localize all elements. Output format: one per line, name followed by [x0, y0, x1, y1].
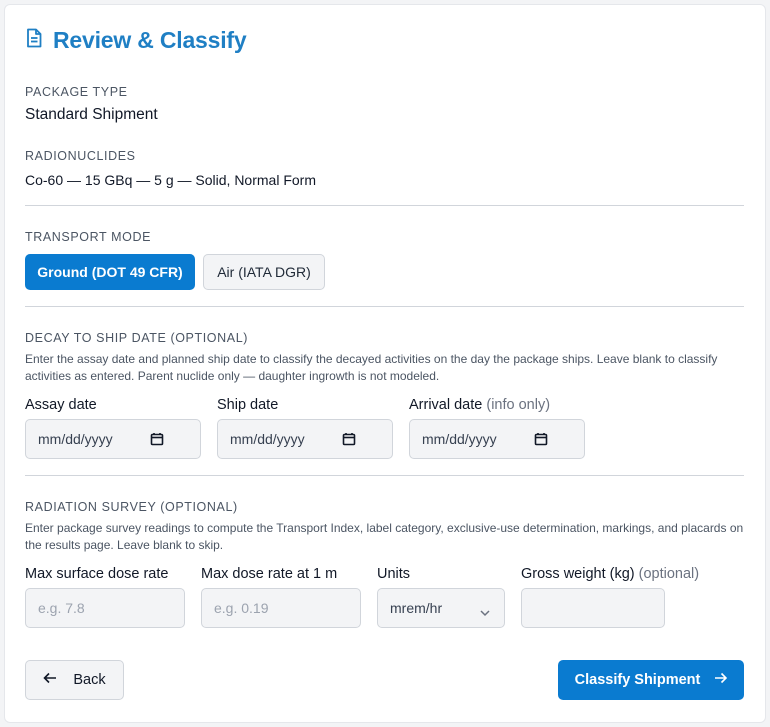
- survey-section-label: RADIATION SURVEY (OPTIONAL): [25, 500, 238, 514]
- divider: [25, 306, 744, 307]
- classify-button-label: Classify Shipment: [574, 672, 701, 688]
- page-header: Review & Classify: [25, 27, 247, 54]
- review-classify-card: Review & Classify PACKAGE TYPE Standard …: [4, 4, 766, 723]
- max-1m-label: Max dose rate at 1 m: [201, 566, 338, 582]
- arrival-date-note: (info only): [486, 397, 551, 413]
- arrival-date-label-text: Arrival date: [409, 397, 483, 413]
- calendar-icon[interactable]: [534, 432, 548, 446]
- divider: [25, 475, 744, 476]
- units-label: Units: [377, 566, 411, 582]
- ship-date-label: Ship date: [217, 397, 279, 413]
- arrow-right-icon: [700, 672, 728, 688]
- max-surface-input[interactable]: e.g. 7.8: [25, 588, 185, 628]
- package-type-value: Standard Shipment: [25, 106, 158, 123]
- document-icon: [25, 28, 53, 53]
- max-1m-placeholder: e.g. 0.19: [214, 600, 269, 616]
- gross-weight-input[interactable]: [521, 588, 665, 628]
- units-select[interactable]: mrem/hr: [377, 588, 505, 628]
- page-title: Review & Classify: [53, 27, 247, 53]
- ship-date-input[interactable]: mm/dd/yyyy: [217, 419, 393, 459]
- back-button-label: Back: [73, 672, 106, 688]
- divider: [25, 205, 744, 206]
- gross-weight-label-text: Gross weight (kg): [521, 566, 635, 582]
- radionuclides-value: Co-60 — 15 GBq — 5 g — Solid, Normal For…: [25, 172, 316, 188]
- gross-weight-note: (optional): [638, 566, 700, 582]
- back-button[interactable]: Back: [25, 660, 124, 700]
- transport-air-button[interactable]: Air (IATA DGR): [203, 254, 325, 290]
- assay-date-label: Assay date: [25, 397, 97, 413]
- ship-date-value: mm/dd/yyyy: [230, 431, 305, 447]
- gross-weight-label: Gross weight (kg) (optional): [521, 566, 699, 582]
- units-value: mrem/hr: [390, 600, 443, 616]
- max-surface-placeholder: e.g. 7.8: [38, 600, 85, 616]
- radionuclides-label: RADIONUCLIDES: [25, 149, 136, 163]
- transport-ground-button[interactable]: Ground (DOT 49 CFR): [25, 254, 195, 290]
- calendar-icon[interactable]: [342, 432, 356, 446]
- survey-help-text: Enter package survey readings to compute…: [25, 521, 744, 552]
- max-surface-label: Max surface dose rate: [25, 566, 169, 582]
- package-type-label: PACKAGE TYPE: [25, 85, 128, 99]
- arrival-date-input[interactable]: mm/dd/yyyy: [409, 419, 585, 459]
- calendar-icon[interactable]: [150, 432, 164, 446]
- decay-section-label: DECAY TO SHIP DATE (OPTIONAL): [25, 331, 249, 345]
- transport-mode-label: TRANSPORT MODE: [25, 230, 152, 244]
- arrival-date-value: mm/dd/yyyy: [422, 431, 497, 447]
- max-1m-input[interactable]: e.g. 0.19: [201, 588, 361, 628]
- arrow-left-icon: [43, 672, 73, 688]
- assay-date-input[interactable]: mm/dd/yyyy: [25, 419, 201, 459]
- arrival-date-label: Arrival date (info only): [409, 397, 550, 413]
- assay-date-value: mm/dd/yyyy: [38, 431, 113, 447]
- decay-help-text: Enter the assay date and planned ship da…: [25, 352, 718, 383]
- classify-shipment-button[interactable]: Classify Shipment: [558, 660, 744, 700]
- chevron-down-icon: [480, 604, 490, 617]
